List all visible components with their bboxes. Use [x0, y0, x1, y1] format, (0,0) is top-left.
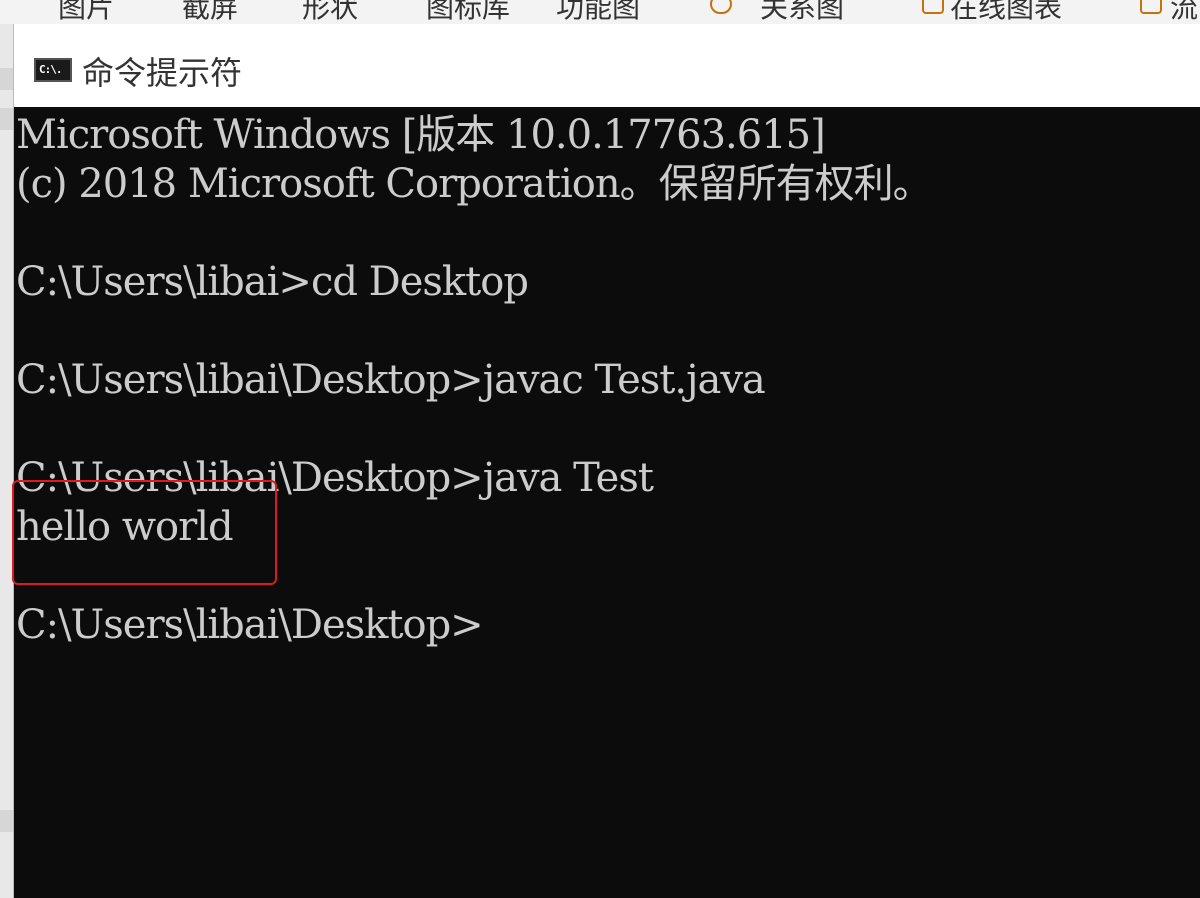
background-app-edge: [0, 24, 15, 898]
console-app-icon: C:\.: [34, 58, 72, 82]
edge-segment: [0, 108, 14, 130]
ribbon-item-flow[interactable]: 流: [1170, 0, 1198, 24]
ribbon-item-icon-library[interactable]: 图标库: [426, 0, 510, 24]
console-line-copyright: (c) 2018 Microsoft Corporation。保留所有权利。: [16, 161, 933, 207]
title-bar[interactable]: C:\. 命令提示符: [14, 24, 1200, 107]
ribbon-item-screenshot[interactable]: 截屏: [182, 0, 238, 24]
background-ribbon: 图片 截屏 形状 图标库 功能图 关系图 在线图表 流: [0, 0, 1200, 24]
output-highlight-annotation: [12, 480, 277, 585]
console-line-version: Microsoft Windows [版本 10.0.17763.615]: [16, 112, 826, 158]
console-icon-label: C:\.: [39, 63, 62, 76]
ribbon-item-relation-chart[interactable]: 关系图: [760, 0, 844, 24]
console-line-javac: C:\Users\libai\Desktop>javac Test.java: [16, 357, 766, 403]
relation-icon: [710, 0, 732, 14]
ribbon-item-shape[interactable]: 形状: [302, 0, 358, 24]
ribbon-item-function-chart[interactable]: 功能图: [556, 0, 640, 24]
command-prompt-window[interactable]: C:\. 命令提示符 Microsoft Windows [版本 10.0.17…: [12, 24, 1200, 898]
console-line-prompt[interactable]: C:\Users\libai\Desktop>: [16, 603, 484, 647]
ribbon-item-online-chart[interactable]: 在线图表: [950, 0, 1062, 24]
edge-segment: [0, 810, 14, 832]
console-line-cd: C:\Users\libai>cd Desktop: [16, 259, 529, 305]
chart-icon: [922, 0, 944, 14]
flow-icon: [1140, 0, 1162, 14]
ribbon-item-picture[interactable]: 图片: [58, 0, 114, 24]
window-title: 命令提示符: [82, 54, 243, 92]
edge-segment: [0, 68, 14, 90]
console-output[interactable]: Microsoft Windows [版本 10.0.17763.615] (c…: [12, 107, 1200, 898]
